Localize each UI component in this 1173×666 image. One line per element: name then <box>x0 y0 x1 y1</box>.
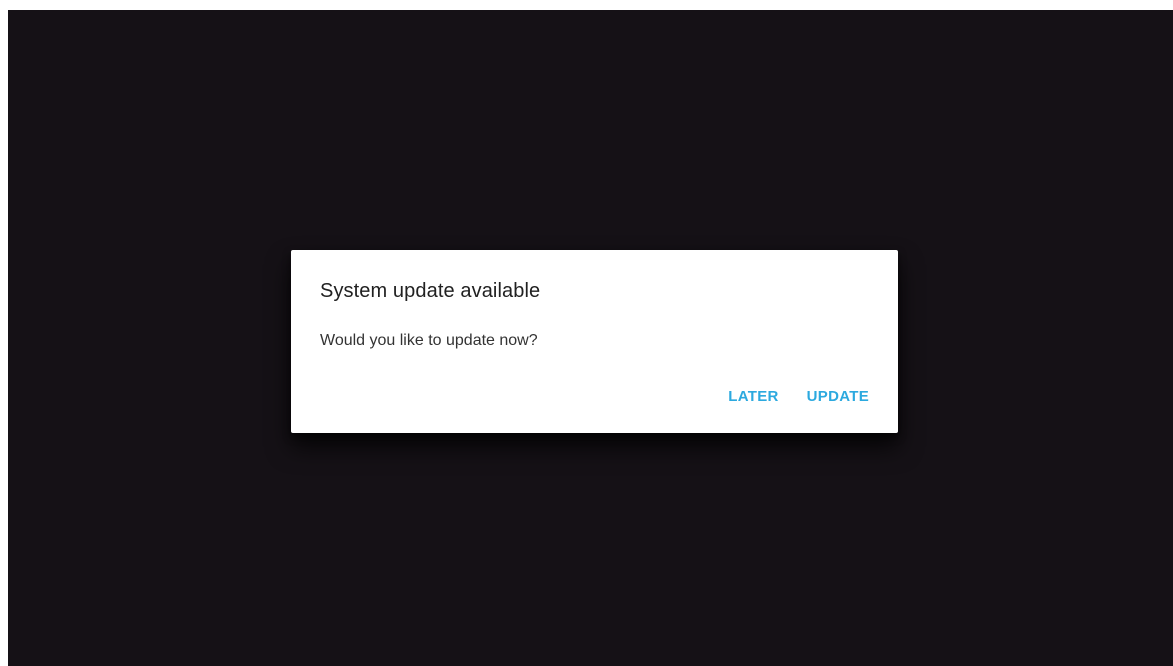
dialog-actions: LATER UPDATE <box>728 388 869 405</box>
update-button[interactable]: UPDATE <box>807 388 869 405</box>
app-screen: System update available Would you like t… <box>8 10 1173 666</box>
later-button[interactable]: LATER <box>728 388 778 405</box>
dialog-message: Would you like to update now? <box>320 332 538 349</box>
system-update-dialog: System update available Would you like t… <box>291 250 898 433</box>
dialog-title: System update available <box>320 280 541 302</box>
